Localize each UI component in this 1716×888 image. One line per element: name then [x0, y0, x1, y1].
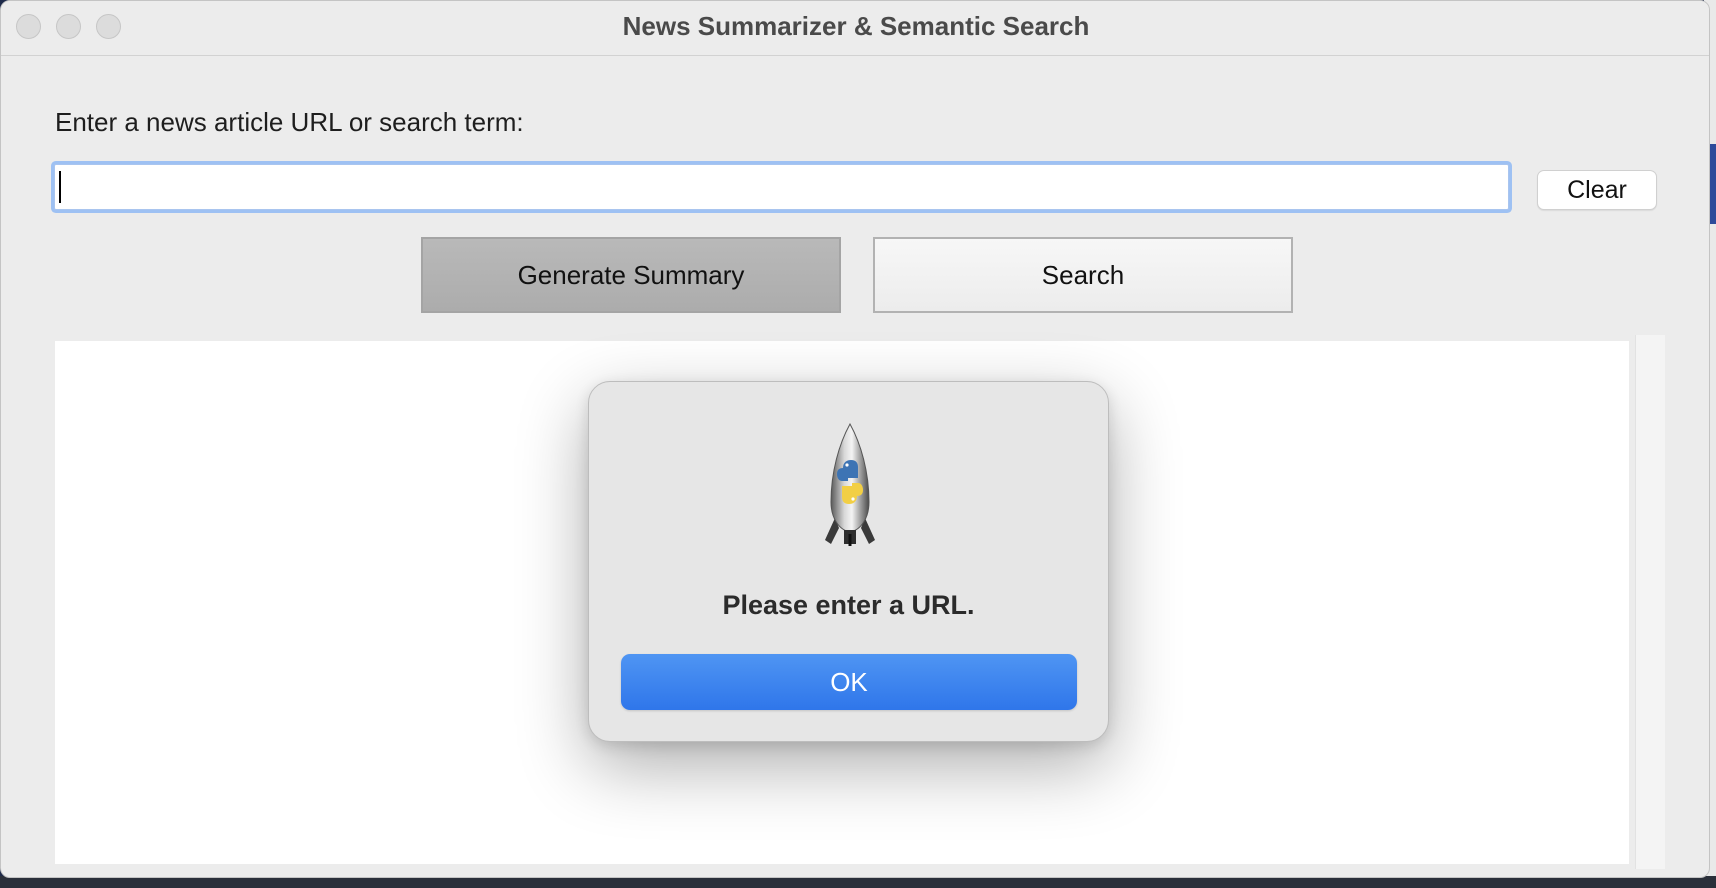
- generate-summary-button[interactable]: Generate Summary: [421, 237, 841, 313]
- clear-button[interactable]: Clear: [1537, 170, 1657, 210]
- text-caret: [59, 171, 61, 203]
- url-or-search-input[interactable]: [54, 164, 1509, 210]
- search-button[interactable]: Search: [873, 237, 1293, 313]
- input-prompt-label: Enter a news article URL or search term:: [55, 107, 524, 137]
- python-launcher-rocket-icon: [825, 422, 875, 546]
- dialog-message: Please enter a URL.: [722, 590, 975, 620]
- alert-dialog: Please enter a URL. OK: [588, 381, 1109, 742]
- ok-button[interactable]: OK: [621, 654, 1077, 710]
- window-title: News Summarizer & Semantic Search: [622, 11, 1090, 41]
- title-bar: News Summarizer & Semantic Search: [1, 1, 1709, 56]
- output-scrollbar[interactable]: [1635, 335, 1665, 869]
